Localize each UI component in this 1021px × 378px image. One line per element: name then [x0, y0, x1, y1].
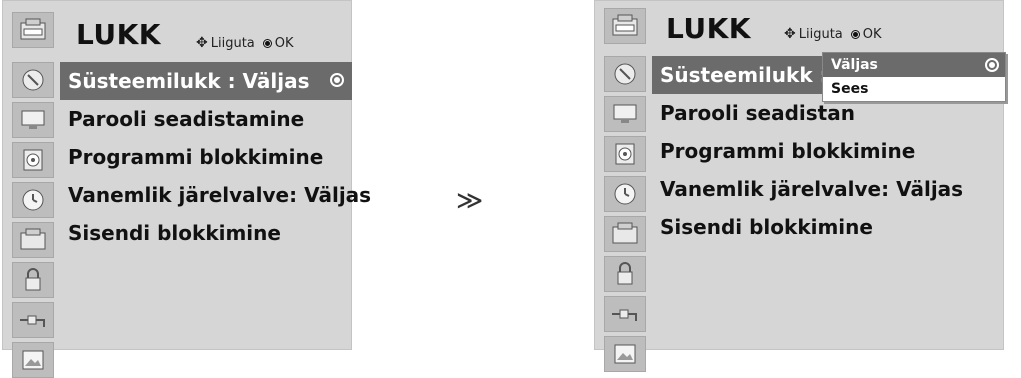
move-hint: ✥ Liiguta [196, 35, 255, 51]
menu-header: LUKK ✥ Liiguta OK [594, 0, 1004, 58]
clock-icon[interactable] [604, 176, 646, 212]
system-lock-dropdown[interactable]: Väljas Sees [822, 52, 1006, 102]
menu-item-block-program[interactable]: Programmi blokkimine [60, 138, 352, 176]
selected-radio-icon [985, 58, 999, 72]
menu-item-input-block[interactable]: Sisendi blokkimine [60, 214, 352, 252]
category-icon-column [594, 52, 652, 372]
ok-button-icon [262, 38, 272, 48]
lock-menu-left: LUKK ✥ Liiguta OK Süsteemilukk : Väljas P… [2, 0, 371, 378]
monitor-icon[interactable] [12, 102, 54, 138]
lock-menu-icon [604, 8, 646, 44]
photo-icon[interactable] [12, 342, 54, 378]
photo-icon[interactable] [604, 336, 646, 372]
clock-icon[interactable] [12, 182, 54, 218]
menu-item-input-block[interactable]: Sisendi blokkimine [652, 208, 1004, 246]
padlock-icon[interactable] [604, 256, 646, 292]
menu-item-parental-control[interactable]: Vanemlik järelvalve: Väljas [60, 176, 371, 214]
dropdown-option-on[interactable]: Sees [823, 77, 1005, 101]
page-title: LUKK [76, 18, 161, 51]
ok-hint: OK [262, 36, 294, 51]
lock-menu-right: LUKK ✥ Liiguta OK Süsteemilukk : Parooli … [594, 0, 1006, 372]
lock-menu-icon[interactable] [12, 222, 54, 258]
transition-arrow-icon: ≫ [456, 186, 484, 216]
move-arrows-icon: ✥ [784, 26, 796, 42]
input-plug-icon[interactable] [604, 296, 646, 332]
navigation-hint: ✥ Liiguta OK [784, 26, 882, 42]
lock-menu-icon [12, 12, 54, 48]
navigation-hint: ✥ Liiguta OK [196, 35, 294, 51]
dropdown-option-off[interactable]: Väljas [823, 53, 1005, 77]
move-arrows-icon: ✥ [196, 35, 208, 51]
input-plug-icon[interactable] [12, 302, 54, 338]
selected-radio-icon [330, 73, 344, 87]
satellite-icon[interactable] [12, 62, 54, 98]
move-hint: ✥ Liiguta [784, 26, 843, 42]
menu-item-parental-control[interactable]: Vanemlik järelvalve: Väljas [652, 170, 1004, 208]
menu-item-block-program[interactable]: Programmi blokkimine [652, 132, 1004, 170]
speaker-icon[interactable] [12, 142, 54, 178]
satellite-icon[interactable] [604, 56, 646, 92]
menu-item-system-lock[interactable]: Süsteemilukk : Väljas [60, 62, 352, 100]
category-icon-column [2, 58, 60, 378]
monitor-icon[interactable] [604, 96, 646, 132]
menu-header: LUKK ✥ Liiguta OK [2, 0, 352, 58]
padlock-icon[interactable] [12, 262, 54, 298]
speaker-icon[interactable] [604, 136, 646, 172]
ok-button-icon [850, 29, 860, 39]
page-title: LUKK [666, 12, 751, 45]
menu-item-set-password[interactable]: Parooli seadistamine [60, 100, 352, 138]
lock-menu-list: Süsteemilukk : Väljas Parooli seadistami… [60, 62, 371, 252]
ok-hint: OK [850, 27, 882, 42]
lock-menu-icon[interactable] [604, 216, 646, 252]
